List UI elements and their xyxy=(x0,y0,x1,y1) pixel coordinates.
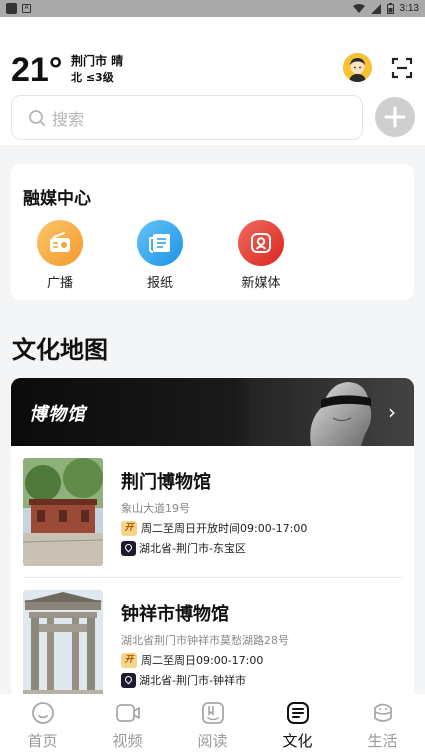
region-text: 湖北省-荆门市-钟祥市 xyxy=(139,674,246,687)
media-item-label: 新媒体 xyxy=(241,276,281,291)
tab-label: 阅读 xyxy=(197,732,228,750)
tab-label: 文化 xyxy=(282,732,313,750)
region-text: 湖北省-荆门市-东宝区 xyxy=(139,542,246,555)
tab-label: 视频 xyxy=(112,732,143,750)
list-item[interactable]: 钟祥市博物馆 湖北省荆门市钟祥市莫愁湖路28号 开 周二至周日09:00-17:… xyxy=(23,590,403,694)
avatar[interactable] xyxy=(343,53,372,82)
museum-address: 湖北省荆门市钟祥市莫愁湖路28号 xyxy=(121,634,289,647)
search-input[interactable]: 搜索 xyxy=(11,95,363,140)
chevron-right-icon: › xyxy=(388,400,396,424)
reading-icon xyxy=(201,702,224,724)
media-item-new-media[interactable]: 新媒体 xyxy=(231,220,291,291)
media-item-radio[interactable]: 广播 xyxy=(30,220,90,291)
wifi-icon xyxy=(352,3,365,13)
status-time: 3:13 xyxy=(399,3,419,14)
tab-home[interactable]: 首页 xyxy=(0,694,85,755)
status-bar: A 3:13 xyxy=(0,0,425,17)
tab-label: 首页 xyxy=(27,732,58,750)
search-placeholder: 搜索 xyxy=(52,109,85,129)
header: 21° 荆门市 晴 北 ≤3级 搜索 xyxy=(0,17,425,145)
newspaper-icon xyxy=(137,220,183,266)
museum-photo xyxy=(23,590,103,694)
media-center-title: 融媒中心 xyxy=(23,189,91,209)
city-weather: 荆门市 晴 xyxy=(71,54,124,68)
museum-address: 象山大道19号 xyxy=(121,502,190,515)
divider xyxy=(23,577,402,578)
plus-icon xyxy=(384,106,406,128)
museum-banner[interactable]: 博物馆 › xyxy=(11,378,414,446)
tab-label: 生活 xyxy=(367,732,398,750)
wind-level: 北 ≤3级 xyxy=(71,71,114,84)
scan-icon[interactable] xyxy=(391,57,413,79)
hours-text: 周二至周日09:00-17:00 xyxy=(141,654,264,667)
museum-hours: 开 周二至周日开放时间09:00-17:00 xyxy=(121,520,307,536)
media-item-newspaper[interactable]: 报纸 xyxy=(130,220,190,291)
radio-icon xyxy=(37,220,83,266)
media-center-card: 融媒中心 广播 报纸 新媒体 xyxy=(11,164,414,300)
bottom-tab-bar: 首页 视频 阅读 文化 生活 xyxy=(0,694,425,755)
museum-hours: 开 周二至周日09:00-17:00 xyxy=(121,652,263,668)
open-badge: 开 xyxy=(121,652,137,668)
video-icon xyxy=(115,704,140,722)
banner-title: 博物馆 xyxy=(29,404,86,425)
list-item[interactable]: 荆门博物馆 象山大道19号 开 周二至周日开放时间09:00-17:00 湖北省… xyxy=(23,458,403,570)
open-badge: 开 xyxy=(121,520,137,536)
museum-name: 荆门博物馆 xyxy=(121,472,211,493)
museum-region: 湖北省-荆门市-钟祥市 xyxy=(121,672,246,688)
museum-photo xyxy=(23,458,103,566)
tab-life[interactable]: 生活 xyxy=(340,694,425,755)
avatar-icon xyxy=(343,53,372,82)
media-item-label: 报纸 xyxy=(146,276,173,291)
museum-list: 荆门博物馆 象山大道19号 开 周二至周日开放时间09:00-17:00 湖北省… xyxy=(11,446,414,694)
tab-culture[interactable]: 文化 xyxy=(255,694,340,755)
temperature: 21° xyxy=(11,51,63,89)
culture-icon xyxy=(286,702,309,724)
location-pin-icon xyxy=(121,672,136,688)
museum-region: 湖北省-荆门市-东宝区 xyxy=(121,540,246,556)
hours-text: 周二至周日开放时间09:00-17:00 xyxy=(141,522,308,535)
app-notification-icon: A xyxy=(22,4,31,13)
tab-video[interactable]: 视频 xyxy=(85,694,170,755)
location-pin-icon xyxy=(121,540,136,556)
add-button[interactable] xyxy=(375,97,415,137)
search-icon xyxy=(29,109,46,126)
new-media-icon xyxy=(238,220,284,266)
culture-map-title: 文化地图 xyxy=(12,336,108,364)
media-item-label: 广播 xyxy=(46,276,73,291)
notification-icon xyxy=(6,3,17,14)
museum-name: 钟祥市博物馆 xyxy=(121,604,229,625)
life-icon xyxy=(373,703,392,722)
tab-reading[interactable]: 阅读 xyxy=(170,694,255,755)
battery-icon xyxy=(386,3,394,14)
signal-icon xyxy=(370,3,381,14)
home-icon xyxy=(31,702,54,724)
